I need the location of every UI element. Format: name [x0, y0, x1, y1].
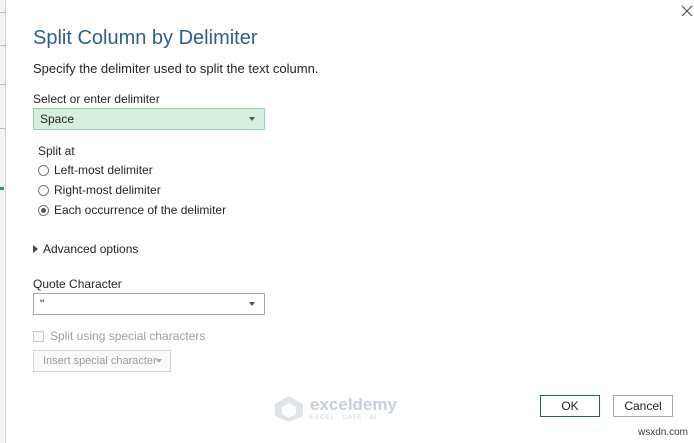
- insert-special-character-label: Insert special character: [43, 355, 157, 367]
- expand-triangle-icon: [33, 245, 38, 253]
- delimiter-dropdown[interactable]: Space: [33, 108, 265, 130]
- chevron-down-icon: [249, 117, 255, 121]
- dialog-title: Split Column by Delimiter: [33, 27, 258, 49]
- radio-left-most-label: Left-most delimiter: [54, 163, 153, 177]
- chevron-down-icon: [156, 359, 162, 363]
- quote-character-value: ": [40, 297, 45, 311]
- cancel-button[interactable]: Cancel: [613, 395, 673, 417]
- advanced-options-label: Advanced options: [43, 242, 139, 256]
- radio-left-most[interactable]: Left-most delimiter: [38, 162, 153, 178]
- radio-right-most[interactable]: Right-most delimiter: [38, 182, 161, 198]
- special-characters-label: Split using special characters: [50, 329, 206, 343]
- chevron-down-icon: [249, 302, 255, 306]
- background-divider: [0, 84, 5, 85]
- background-selection-marker: [0, 187, 4, 190]
- exceldemy-logo-icon: [275, 396, 303, 422]
- split-at-label: Split at: [38, 144, 75, 158]
- ok-button[interactable]: OK: [540, 395, 600, 417]
- delimiter-value: Space: [40, 112, 75, 126]
- insert-special-character-button[interactable]: Insert special character: [33, 350, 171, 372]
- radio-button-selected-icon: [38, 204, 49, 216]
- exceldemy-watermark: exceldemy EXCEL · DATA · BI: [274, 395, 397, 423]
- delimiter-label: Select or enter delimiter: [33, 92, 160, 106]
- watermark-name: exceldemy: [310, 395, 397, 414]
- watermark-tagline: EXCEL · DATA · BI: [310, 415, 378, 421]
- split-column-dialog: Split Column by Delimiter Specify the de…: [6, 0, 694, 443]
- radio-button-icon: [38, 184, 49, 196]
- site-watermark: wsxdn.com: [637, 427, 688, 438]
- background-divider: [0, 12, 5, 13]
- close-icon[interactable]: [678, 2, 694, 20]
- radio-each-occurrence[interactable]: Each occurrence of the delimiter: [38, 202, 226, 218]
- checkbox-icon: [33, 330, 44, 342]
- radio-button-icon: [38, 164, 49, 176]
- radio-each-occurrence-label: Each occurrence of the delimiter: [54, 203, 227, 217]
- background-divider: [0, 45, 5, 46]
- dialog-subtitle: Specify the delimiter used to split the …: [33, 61, 319, 76]
- special-characters-checkbox[interactable]: Split using special characters: [33, 329, 205, 343]
- background-divider: [0, 128, 5, 129]
- radio-right-most-label: Right-most delimiter: [54, 183, 161, 197]
- quote-character-label: Quote Character: [33, 277, 122, 291]
- screenshot: Split Column by Delimiter Specify the de…: [0, 0, 694, 443]
- advanced-options-toggle[interactable]: Advanced options: [33, 242, 138, 256]
- quote-character-dropdown[interactable]: ": [33, 293, 265, 315]
